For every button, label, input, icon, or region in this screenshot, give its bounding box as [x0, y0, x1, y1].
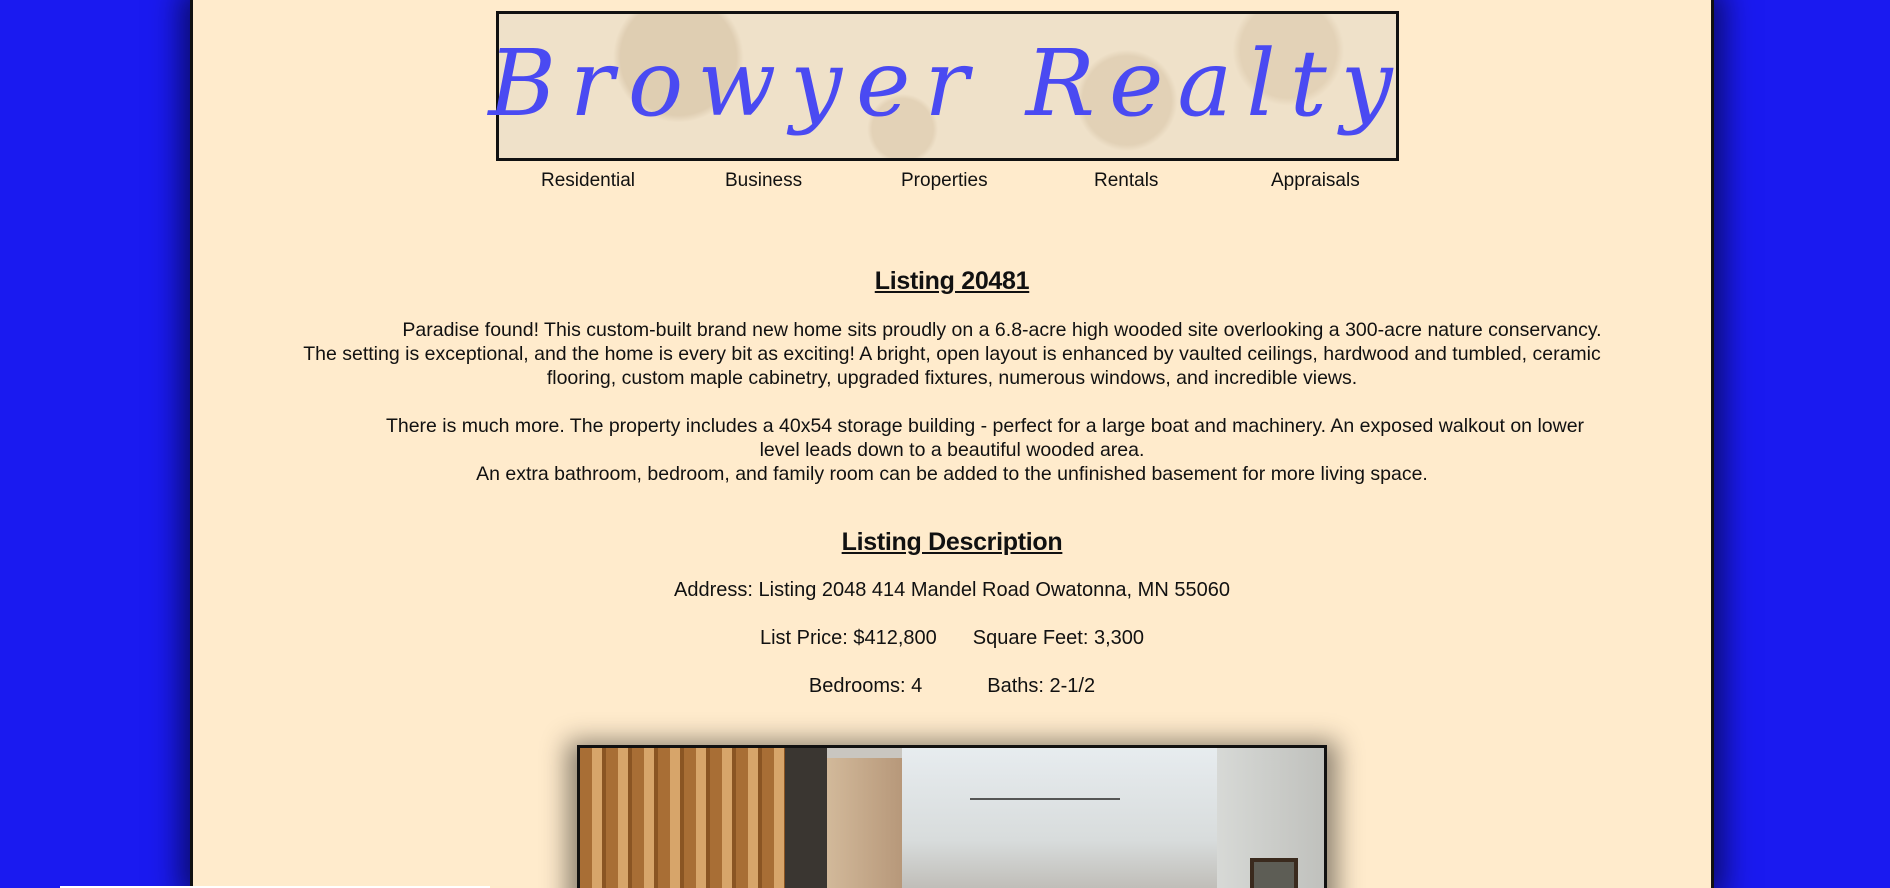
photo-picture-frame — [1250, 858, 1298, 888]
nav-appraisals[interactable]: Appraisals — [1271, 170, 1360, 192]
photo-cabinet — [827, 758, 902, 888]
listing-paragraph-2: There is much more. The property include… — [298, 414, 1606, 486]
listing-paragraph-2-line1: There is much more. The property include… — [385, 415, 1585, 461]
baths: Baths: 2-1/2 — [987, 675, 1096, 697]
listing-paragraph-2-line2: An extra bathroom, bedroom, and family r… — [476, 463, 1428, 485]
main-nav: Residential Business Properties Rentals … — [496, 170, 1399, 196]
list-price: List Price: $412,800 — [759, 627, 937, 649]
nav-properties[interactable]: Properties — [901, 170, 988, 192]
square-feet: Square Feet: 3,300 — [972, 627, 1144, 649]
bedrooms: Bedrooms: 4 — [808, 675, 923, 697]
photo-light-fixture — [970, 798, 1120, 840]
description-heading: Listing Description — [841, 528, 1063, 556]
listing-paragraph-1: Paradise found! This custom-built brand … — [298, 318, 1606, 390]
nav-residential[interactable]: Residential — [541, 170, 635, 192]
banner-title: Browyer Realty — [488, 30, 1407, 137]
listing-heading: Listing 20481 — [874, 267, 1030, 295]
rooms-line: Bedrooms: 4 Baths: 2-1/2 — [193, 675, 1711, 698]
property-photo — [577, 745, 1327, 888]
nav-rentals[interactable]: Rentals — [1094, 170, 1158, 192]
address-line: Address: Listing 2048 414 Mandel Road Ow… — [674, 579, 1230, 601]
photo-wall — [785, 748, 827, 888]
listing-paragraph-1-text: Paradise found! This custom-built brand … — [303, 319, 1602, 389]
page-container: Browyer Realty Residential Business Prop… — [190, 0, 1714, 888]
photo-staircase — [580, 748, 785, 888]
price-area-line: List Price: $412,800 Square Feet: 3,300 — [193, 627, 1711, 650]
nav-business[interactable]: Business — [725, 170, 802, 192]
site-banner[interactable]: Browyer Realty — [488, 11, 1399, 161]
